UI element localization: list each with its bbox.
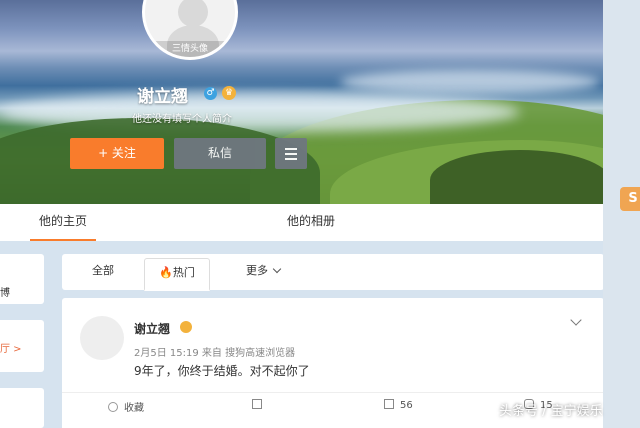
more-menu-button[interactable] [275, 138, 307, 169]
post-menu-chevron-icon[interactable] [570, 314, 582, 326]
comment-button[interactable]: 56 [384, 399, 413, 411]
gender-male-icon: ♂ [204, 87, 217, 100]
page-right-gutter [603, 0, 640, 428]
profile-bio: 他还没有填写个人简介 [132, 114, 232, 125]
sidebar-card[interactable]: 厅 > [0, 320, 44, 372]
feed-filter-tabs: 全部 🔥热门 更多 [62, 254, 604, 291]
profile-tabbar: 他的主页 他的相册 [0, 204, 603, 241]
sidebar-card [0, 388, 44, 428]
weibo-logo-icon[interactable]: S [620, 187, 640, 211]
message-button[interactable]: 私信 [174, 138, 266, 169]
menu-icon [285, 158, 297, 160]
follow-button[interactable]: + 关注 [70, 138, 164, 169]
favorite-button[interactable]: 收藏 [108, 399, 144, 414]
feed-tab-more[interactable]: 更多 [246, 254, 282, 290]
feed-tab-more-label: 更多 [246, 264, 268, 277]
feed-tab-all[interactable]: 全部 [92, 254, 114, 290]
forward-icon [252, 399, 262, 409]
avatar-placeholder-head [178, 0, 208, 27]
chevron-down-icon [272, 264, 282, 274]
profile-username: 谢立翘 [137, 87, 188, 107]
vip-crown-icon [180, 321, 192, 333]
post-meta: 2月5日 15:19 来自 搜狗高速浏览器 [134, 348, 296, 359]
banner-mist [340, 70, 600, 94]
tab-home[interactable]: 他的主页 [30, 204, 96, 241]
profile-banner: 三情头像 谢立翘 ♂ ♛ 他还没有填写个人简介 + 关注 私信 [0, 0, 603, 204]
star-icon [108, 402, 118, 412]
comment-icon [384, 399, 394, 409]
post-author-avatar[interactable] [80, 316, 124, 360]
favorite-label: 收藏 [124, 403, 144, 414]
forward-button[interactable] [252, 399, 268, 411]
menu-icon [285, 148, 297, 150]
sidebar-card-text: 博 [0, 288, 10, 299]
watermark: 头条号 / 宝宁娱乐 [499, 404, 603, 419]
post-text: 9年了，你终于结婚。对不起你了 [134, 364, 310, 378]
vip-crown-icon[interactable]: ♛ [222, 86, 236, 100]
menu-icon [285, 153, 297, 155]
avatar-caption: 三情头像 [145, 41, 235, 57]
feed-tab-hot[interactable]: 🔥热门 [144, 258, 210, 291]
tab-album[interactable]: 他的相册 [276, 204, 346, 241]
profile-avatar[interactable]: 三情头像 [142, 0, 238, 60]
banner-trees [430, 150, 603, 204]
comment-count: 56 [400, 400, 413, 411]
post-author-name[interactable]: 谢立翘 [134, 320, 170, 337]
sidebar-card[interactable]: 博 [0, 254, 44, 304]
sidebar-card-link: 厅 > [0, 344, 22, 355]
